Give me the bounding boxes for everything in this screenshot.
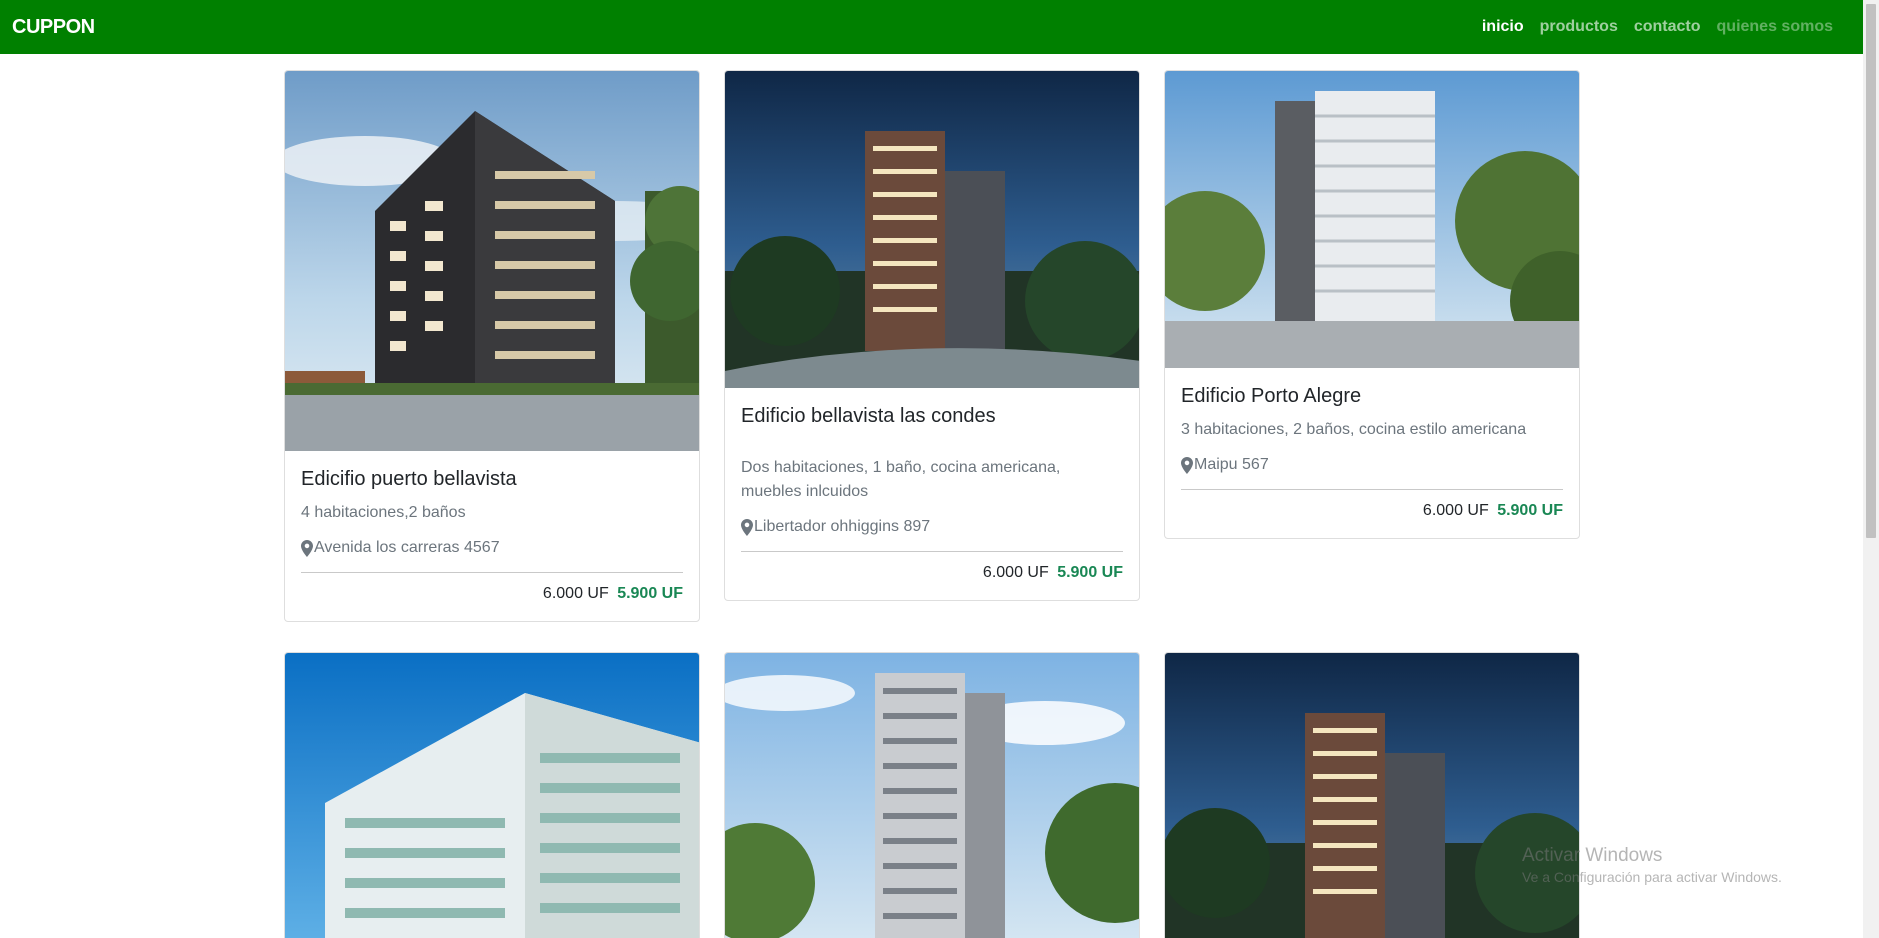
card-address: Maipu 567 xyxy=(1194,456,1269,473)
card-image-building xyxy=(285,653,699,938)
page-scrollbar[interactable] xyxy=(1863,0,1879,938)
navbar: CUPPON inicio productos contacto quienes… xyxy=(0,0,1863,54)
card-location: Maipu 567 xyxy=(1181,456,1563,474)
card-address: Libertador ohhiggins 897 xyxy=(754,518,931,535)
card-title[interactable]: Edicifio puerto bellavista xyxy=(301,467,683,491)
divider xyxy=(741,551,1123,552)
nav-link-contacto[interactable]: contacto xyxy=(1634,18,1701,36)
card-location: Avenida los carreras 4567 xyxy=(301,539,683,557)
card-title[interactable]: Edificio Porto Alegre xyxy=(1181,384,1563,408)
card-image-building xyxy=(1165,71,1579,368)
product-card: Edificio bellavista las condes Dos habit… xyxy=(724,70,1140,601)
watermark-subtitle: Ve a Configuración para activar Windows. xyxy=(1522,869,1782,885)
divider xyxy=(1181,489,1563,490)
card-description: 4 habitaciones,2 baños xyxy=(301,504,466,521)
scrollbar-thumb[interactable] xyxy=(1866,4,1876,538)
watermark-title: Activar Windows xyxy=(1522,845,1663,866)
card-description: 3 habitaciones, 2 baños, cocina estilo a… xyxy=(1181,421,1527,438)
map-marker-icon xyxy=(741,518,753,536)
map-marker-icon xyxy=(301,539,313,557)
card-image-building xyxy=(1165,653,1579,938)
price-new: 5.900 UF xyxy=(1497,502,1563,519)
product-card: Edicifio puerto bellavista 4 habitacione… xyxy=(284,70,700,622)
price-new: 5.900 UF xyxy=(1057,564,1123,581)
card-image-building xyxy=(725,653,1139,938)
card-description: Dos habitaciones, 1 baño, cocina america… xyxy=(741,459,1061,500)
product-card xyxy=(284,652,700,938)
card-price: 6.000 UF 5.900 UF xyxy=(1181,502,1563,520)
card-image-building xyxy=(285,71,699,451)
nav-links: inicio productos contacto quienes somos xyxy=(1482,18,1833,36)
product-card xyxy=(1164,652,1580,938)
divider xyxy=(301,572,683,573)
nav-link-productos[interactable]: productos xyxy=(1540,18,1618,36)
price-new: 5.900 UF xyxy=(617,585,683,602)
product-card xyxy=(724,652,1140,938)
map-marker-icon xyxy=(1181,456,1193,474)
nav-link-quienes-somos[interactable]: quienes somos xyxy=(1717,18,1833,36)
card-image-building xyxy=(725,71,1139,388)
card-body: Edificio Porto Alegre 3 habitaciones, 2 … xyxy=(1165,368,1579,538)
card-address: Avenida los carreras 4567 xyxy=(314,539,500,556)
card-price: 6.000 UF 5.900 UF xyxy=(741,564,1123,582)
card-body: Edificio bellavista las condes Dos habit… xyxy=(725,388,1139,600)
card-price: 6.000 UF 5.900 UF xyxy=(301,585,683,603)
brand-logo[interactable]: CUPPON xyxy=(12,16,95,39)
card-location: Libertador ohhiggins 897 xyxy=(741,518,1123,536)
product-card: Edificio Porto Alegre 3 habitaciones, 2 … xyxy=(1164,70,1580,539)
price-old: 6.000 UF xyxy=(1422,502,1489,519)
price-old: 6.000 UF xyxy=(542,585,609,602)
price-old: 6.000 UF xyxy=(982,564,1049,581)
card-title[interactable]: Edificio bellavista las condes xyxy=(741,404,1123,428)
card-body: Edicifio puerto bellavista 4 habitacione… xyxy=(285,451,699,621)
nav-link-inicio[interactable]: inicio xyxy=(1482,18,1524,36)
windows-activation-watermark: Activar Windows Ve a Configuración para … xyxy=(1522,845,1782,885)
